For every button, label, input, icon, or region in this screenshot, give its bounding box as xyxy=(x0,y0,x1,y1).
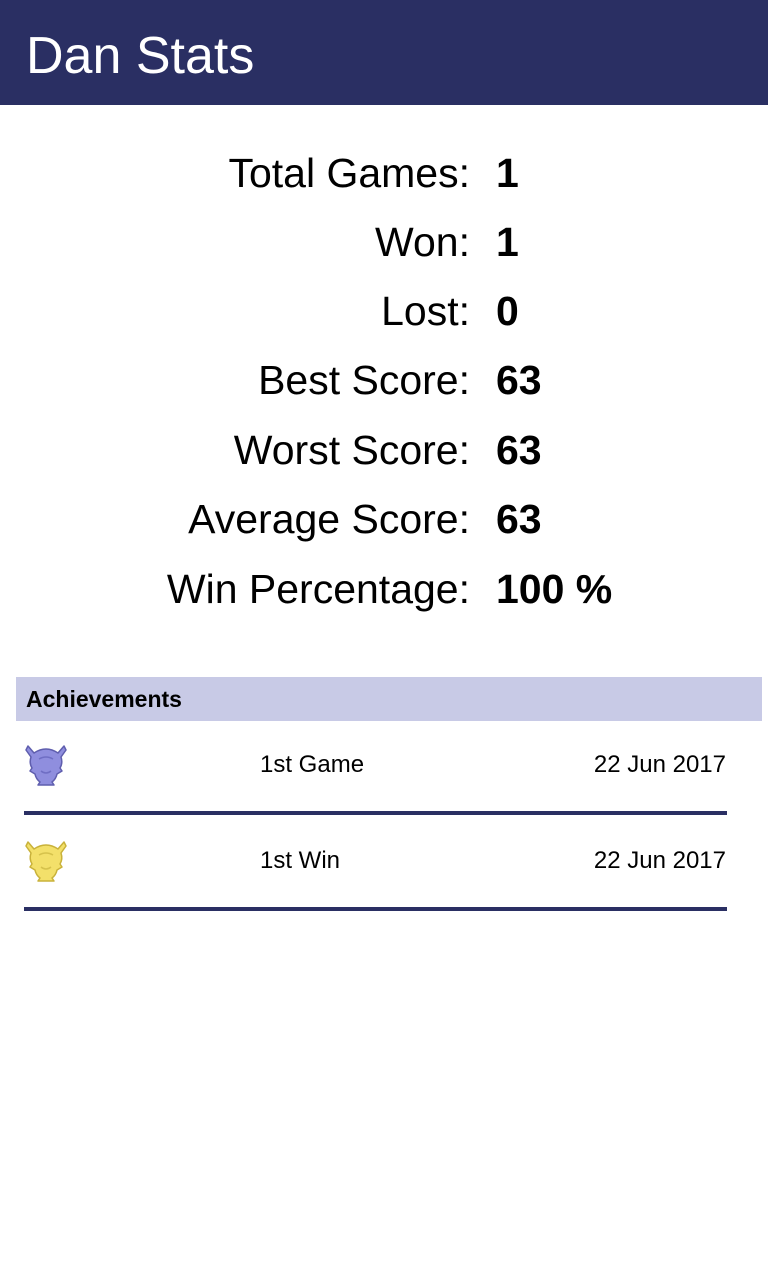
achievement-name: 1st Game xyxy=(260,751,365,778)
stat-label: Win Percentage: xyxy=(166,566,470,612)
gold-trophy-icon xyxy=(24,837,68,885)
stat-row-average-score: Average Score: 63 xyxy=(0,494,768,544)
achievements-title: Achievements xyxy=(26,686,182,712)
stat-value: 1 xyxy=(496,150,519,196)
divider xyxy=(24,811,727,815)
stat-row-total-games: Total Games: 1 xyxy=(0,148,768,198)
stat-row-won: Won: 1 xyxy=(0,217,768,267)
achievement-date: 22 Jun 2017 xyxy=(593,847,726,874)
stat-row-win-percentage: Win Percentage: 100 % xyxy=(0,564,768,614)
stat-value: 100 % xyxy=(496,566,613,612)
purple-trophy-icon xyxy=(24,741,68,789)
stat-value: 1 xyxy=(496,219,519,265)
achievement-name: 1st Win xyxy=(260,847,341,874)
stat-label: Won: xyxy=(375,219,470,265)
stat-label: Average Score: xyxy=(188,496,470,542)
page-title: Dan Stats xyxy=(26,27,255,85)
achievements-header: Achievements xyxy=(16,677,762,721)
stat-value: 63 xyxy=(496,427,542,473)
stat-label: Lost: xyxy=(381,288,470,334)
stat-value: 63 xyxy=(496,357,542,403)
achievement-item[interactable]: 1st Game 22 Jun 2017 xyxy=(24,721,727,817)
achievement-item[interactable]: 1st Win 22 Jun 2017 xyxy=(24,817,727,913)
stat-row-best-score: Best Score: 63 xyxy=(0,355,768,405)
stat-label: Best Score: xyxy=(258,357,470,403)
app-header: Dan Stats xyxy=(0,0,768,105)
stat-row-lost: Lost: 0 xyxy=(0,286,768,336)
stat-value: 0 xyxy=(496,288,519,334)
stat-label: Worst Score: xyxy=(233,427,470,473)
divider xyxy=(24,907,727,911)
stat-value: 63 xyxy=(496,496,542,542)
stat-row-worst-score: Worst Score: 63 xyxy=(0,425,768,475)
stat-label: Total Games: xyxy=(228,150,470,196)
achievement-date: 22 Jun 2017 xyxy=(593,751,726,778)
